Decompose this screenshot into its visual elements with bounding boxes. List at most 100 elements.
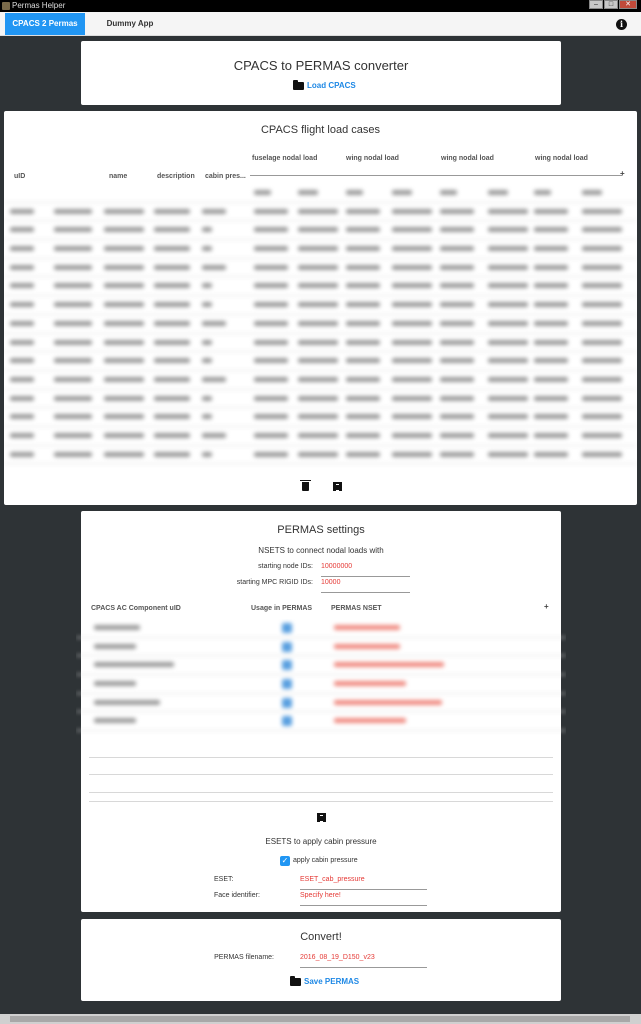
minimize-icon[interactable]: –: [589, 0, 603, 9]
redacted-cell: [202, 302, 212, 308]
table-row[interactable]: [4, 203, 637, 222]
redacted-cell: [582, 395, 622, 401]
redacted-cell: [104, 339, 144, 345]
horizontal-scrollbar[interactable]: [0, 1014, 641, 1024]
redacted-cell: [392, 208, 432, 214]
convert-title: Convert!: [300, 931, 342, 943]
redacted-cell: [334, 699, 442, 705]
table-row[interactable]: [76, 694, 566, 713]
redacted-cell: [534, 451, 568, 457]
table-row[interactable]: [4, 240, 637, 259]
redacted-cell: [104, 227, 144, 233]
add-nset-plus-icon[interactable]: +: [544, 602, 549, 611]
redacted-cell: [392, 432, 432, 438]
redacted-cell: [10, 246, 34, 252]
redacted-cell: [582, 320, 622, 326]
redacted-cell: [254, 376, 288, 382]
redacted-cell: [254, 339, 288, 345]
app-icon: [2, 2, 10, 10]
column-header-cabin-pressure[interactable]: cabin pres...: [205, 173, 246, 180]
table-row[interactable]: [76, 619, 566, 638]
table-row[interactable]: [4, 334, 637, 353]
redacted-cell: [534, 283, 568, 289]
apply-cabin-pressure-checkbox[interactable]: ✓: [280, 856, 290, 866]
save-permas-button[interactable]: Save PERMAS: [290, 975, 359, 986]
redacted-cell: [10, 358, 34, 364]
redacted-cell: [54, 432, 92, 438]
face-identifier-field[interactable]: Specify here!: [300, 892, 427, 906]
info-icon[interactable]: i: [616, 19, 627, 30]
table-row[interactable]: [76, 712, 566, 732]
group-header-divider: [250, 175, 622, 176]
close-icon[interactable]: ✕: [619, 0, 637, 9]
redacted-cell: [298, 432, 338, 438]
group-header-wing-1: wing nodal load: [346, 155, 399, 162]
redacted-cell: [488, 376, 528, 382]
table-row[interactable]: [4, 296, 637, 315]
table-row[interactable]: [4, 427, 637, 446]
redacted-cell: [392, 339, 432, 345]
redacted-cell: [154, 264, 190, 270]
column-header-name[interactable]: name: [109, 173, 127, 180]
redacted-cell: [282, 660, 292, 671]
redacted-cell: [392, 414, 432, 420]
scrollbar-thumb[interactable]: [10, 1016, 630, 1022]
redacted-cell: [440, 376, 474, 382]
column-header-uid[interactable]: uID: [14, 173, 25, 180]
redacted-cell: [534, 358, 568, 364]
table-row[interactable]: [4, 352, 637, 371]
tab-cpacs-2-permas[interactable]: CPACS 2 Permas: [5, 13, 85, 35]
converter-title: CPACS to PERMAS converter: [233, 58, 409, 73]
table-row[interactable]: [4, 390, 637, 409]
table-row[interactable]: [4, 277, 637, 297]
column-header-component-uid[interactable]: CPACS AC Component uID: [91, 605, 181, 612]
add-column-plus-icon[interactable]: +: [620, 169, 625, 178]
redacted-cell: [54, 302, 92, 308]
eset-field[interactable]: ESET_cab_pressure: [300, 876, 427, 890]
redacted-cell: [440, 358, 474, 364]
redacted-cell: [440, 451, 474, 457]
table-row[interactable]: [76, 656, 566, 676]
tab-dummy-app[interactable]: Dummy App: [95, 13, 165, 35]
redacted-cell: [488, 320, 528, 326]
table-row[interactable]: [4, 315, 637, 334]
column-header-description[interactable]: description: [157, 173, 195, 180]
redacted-cell: [334, 681, 406, 687]
permas-filename-field[interactable]: 2016_08_19_D150_v23: [300, 954, 427, 968]
starting-node-field[interactable]: 10000000: [321, 563, 410, 577]
list-button[interactable]: [330, 480, 344, 493]
column-header-permas-nset[interactable]: PERMAS NSET: [331, 605, 382, 612]
redacted-cell: [488, 339, 528, 345]
redacted-cell: [582, 227, 622, 233]
redacted-cell: [10, 302, 34, 308]
redacted-cell: [254, 283, 288, 289]
table-row[interactable]: [4, 221, 637, 241]
redacted-cell: [582, 414, 622, 420]
starting-mpc-field[interactable]: 10000: [321, 579, 410, 593]
maximize-icon[interactable]: □: [604, 0, 618, 9]
redacted-cell: [154, 302, 190, 308]
redacted-cell: [346, 264, 380, 270]
flight-loads-table-body[interactable]: [4, 184, 637, 472]
table-row[interactable]: [4, 446, 637, 465]
redacted-cell: [534, 208, 568, 214]
table-row[interactable]: [4, 408, 637, 427]
table-row[interactable]: [4, 371, 637, 390]
redacted-cell: [54, 376, 92, 382]
load-cpacs-button[interactable]: Load CPACS: [293, 79, 356, 90]
nsets-table-body[interactable]: [76, 619, 566, 747]
redacted-cell: [154, 283, 190, 289]
table-row[interactable]: [4, 184, 637, 203]
redacted-cell: [282, 697, 292, 708]
table-row[interactable]: [4, 259, 637, 278]
column-header-usage[interactable]: Usage in PERMAS: [251, 605, 312, 612]
redacted-cell: [54, 264, 92, 270]
redacted-cell: [154, 451, 190, 457]
redacted-cell: [254, 246, 288, 252]
redacted-cell: [298, 246, 338, 252]
table-row[interactable]: [76, 638, 566, 657]
nset-list-button[interactable]: [314, 811, 328, 824]
table-row[interactable]: [76, 675, 566, 694]
delete-button[interactable]: [298, 480, 312, 493]
convert-card: Convert! PERMAS filename: 2016_08_19_D15…: [81, 919, 561, 1001]
